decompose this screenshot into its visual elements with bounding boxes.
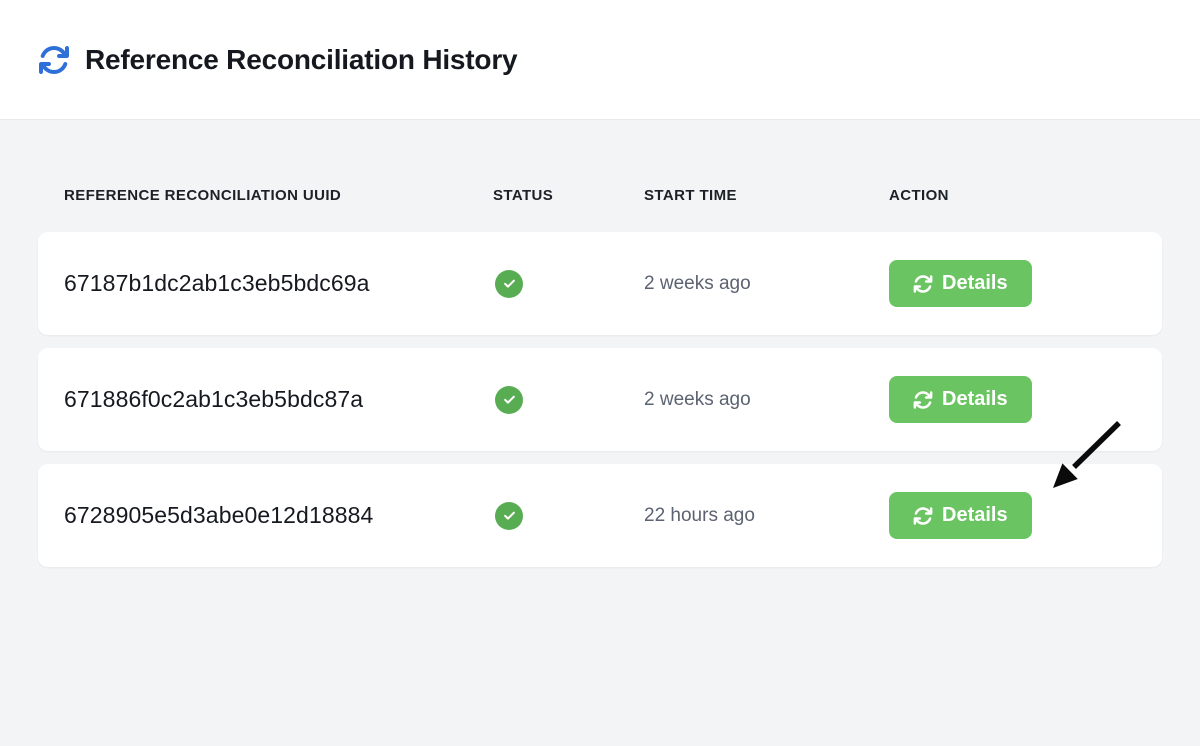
start-time-cell: 22 hours ago bbox=[644, 505, 889, 527]
success-status-badge bbox=[495, 270, 523, 298]
sync-icon bbox=[913, 506, 933, 526]
success-status-badge bbox=[495, 386, 523, 414]
check-icon bbox=[502, 508, 517, 523]
uuid-cell: 67187b1dc2ab1c3eb5bdc69a bbox=[64, 270, 493, 297]
table-header-row: REFERENCE RECONCILIATION UUID STATUS STA… bbox=[38, 188, 1162, 204]
table-row: 6728905e5d3abe0e12d18884 22 hours ago De… bbox=[38, 464, 1162, 567]
sync-icon bbox=[913, 390, 933, 410]
details-button[interactable]: Details bbox=[889, 376, 1032, 423]
table-row: 67187b1dc2ab1c3eb5bdc69a 2 weeks ago Det… bbox=[38, 232, 1162, 335]
sync-icon bbox=[38, 44, 70, 76]
details-button-label: Details bbox=[942, 388, 1008, 411]
details-button-label: Details bbox=[942, 272, 1008, 295]
action-cell: Details bbox=[889, 492, 1136, 539]
success-status-badge bbox=[495, 502, 523, 530]
start-time-cell: 2 weeks ago bbox=[644, 273, 889, 295]
details-button-label: Details bbox=[942, 504, 1008, 527]
details-button[interactable]: Details bbox=[889, 260, 1032, 307]
column-header-action: ACTION bbox=[889, 188, 1136, 204]
uuid-cell: 6728905e5d3abe0e12d18884 bbox=[64, 502, 493, 529]
details-button[interactable]: Details bbox=[889, 492, 1032, 539]
action-cell: Details bbox=[889, 260, 1136, 307]
check-icon bbox=[502, 276, 517, 291]
status-cell bbox=[493, 270, 644, 298]
table-row: 671886f0c2ab1c3eb5bdc87a 2 weeks ago Det… bbox=[38, 348, 1162, 451]
history-table: REFERENCE RECONCILIATION UUID STATUS STA… bbox=[0, 120, 1200, 567]
status-cell bbox=[493, 502, 644, 530]
column-header-status: STATUS bbox=[493, 188, 644, 204]
column-header-uuid: REFERENCE RECONCILIATION UUID bbox=[64, 188, 493, 204]
action-cell: Details bbox=[889, 376, 1136, 423]
sync-icon bbox=[913, 274, 933, 294]
column-header-start-time: START TIME bbox=[644, 188, 889, 204]
page-title: Reference Reconciliation History bbox=[85, 44, 517, 76]
start-time-cell: 2 weeks ago bbox=[644, 389, 889, 411]
uuid-cell: 671886f0c2ab1c3eb5bdc87a bbox=[64, 386, 493, 413]
page-header: Reference Reconciliation History bbox=[0, 0, 1200, 120]
check-icon bbox=[502, 392, 517, 407]
status-cell bbox=[493, 386, 644, 414]
